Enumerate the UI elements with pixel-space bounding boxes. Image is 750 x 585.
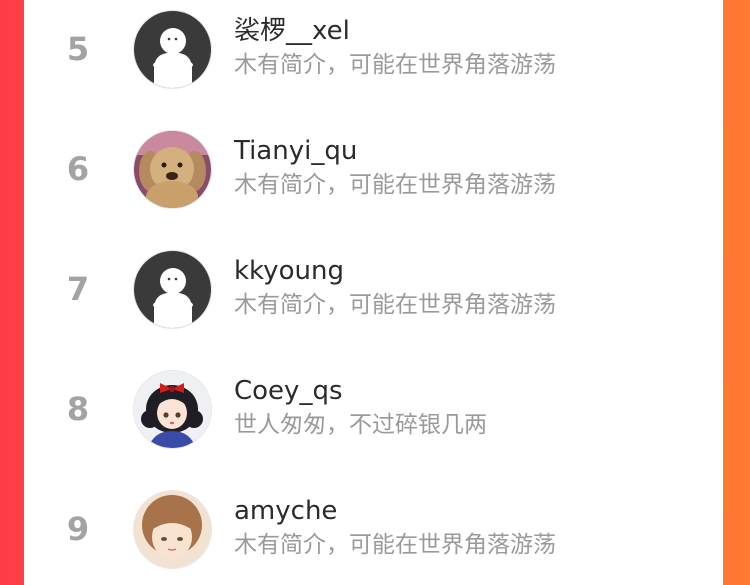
list-item[interactable]: 6 Tianyi_qu 木有简介，可能在世界角落游荡 <box>24 129 723 209</box>
user-name[interactable]: 裟椤__xel <box>234 13 350 49</box>
rank-number: 6 <box>66 150 90 188</box>
list-item[interactable]: 5 裟椤__xel 木有简介，可能在世界角落游荡 <box>24 9 723 89</box>
rank-number: 8 <box>66 390 90 428</box>
avatar[interactable] <box>134 11 211 88</box>
avatar[interactable] <box>134 131 211 208</box>
default-avatar-icon <box>134 11 211 88</box>
user-name[interactable]: amyche <box>234 493 337 529</box>
user-bio: 木有简介，可能在世界角落游荡 <box>234 292 556 318</box>
cartoon-girl-avatar <box>134 371 211 448</box>
user-bio: 木有简介，可能在世界角落游荡 <box>234 172 556 198</box>
list-item[interactable]: 9 amyche 木有简介，可能在世界角落游荡 <box>24 489 723 569</box>
user-name[interactable]: Tianyi_qu <box>234 133 357 169</box>
list-item[interactable]: 8 Coey_qs 世人匆匆，不过碎银几两 <box>24 369 723 449</box>
avatar[interactable] <box>134 371 211 448</box>
rank-number: 9 <box>66 510 90 548</box>
plush-dog-avatar <box>134 131 211 208</box>
user-bio: 木有简介，可能在世界角落游荡 <box>234 532 556 558</box>
avatar[interactable] <box>134 251 211 328</box>
avatar[interactable] <box>134 491 211 568</box>
rank-number: 5 <box>66 30 90 68</box>
user-name[interactable]: Coey_qs <box>234 373 343 409</box>
cartoon-person-avatar <box>134 491 211 568</box>
list-item[interactable]: 7 kkyoung 木有简介，可能在世界角落游荡 <box>24 249 723 329</box>
rank-number: 7 <box>66 270 90 308</box>
default-avatar-icon <box>134 251 211 328</box>
user-bio: 世人匆匆，不过碎银几两 <box>234 412 487 438</box>
ranking-list: 5 裟椤__xel 木有简介，可能在世界角落游荡 6 Tianyi_qu 木有简… <box>24 0 723 585</box>
user-name[interactable]: kkyoung <box>234 253 344 289</box>
user-bio: 木有简介，可能在世界角落游荡 <box>234 52 556 78</box>
